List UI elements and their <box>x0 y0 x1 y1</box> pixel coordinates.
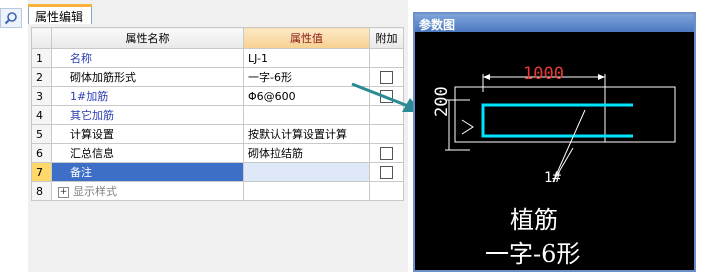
name-header[interactable]: 属性名称 <box>51 27 244 49</box>
property-name: 其它加筋 <box>51 105 244 125</box>
property-name: 1#加筋 <box>51 86 244 106</box>
property-grid: 属性名称 属性值 附加 1 名称 LJ-1 2 砌体加筋形式 一字-6形 3 1… <box>31 27 404 201</box>
bar-mark-label: 1# <box>544 170 561 186</box>
row-index: 8 <box>31 181 52 201</box>
property-name-text: 显示样式 <box>73 185 117 198</box>
property-value[interactable]: 按默认计算设置计算 <box>243 124 370 144</box>
table-row[interactable]: 6 汇总信息 砌体拉结筋 <box>31 143 404 163</box>
row-index: 5 <box>31 124 52 144</box>
table-row[interactable]: 2 砌体加筋形式 一字-6形 <box>31 67 404 87</box>
property-editor-panel: 属性编辑 属性名称 属性值 附加 1 名称 LJ-1 2 砌体加筋形式 一字-6… <box>28 0 408 272</box>
property-name: 汇总信息 <box>51 143 244 163</box>
table-row[interactable]: 1 名称 LJ-1 <box>31 48 404 68</box>
row-index: 3 <box>31 86 52 106</box>
row-index: 6 <box>31 143 52 163</box>
height-dimension: 200 <box>432 86 452 117</box>
row-index: 7 <box>31 162 52 182</box>
property-name: 名称 <box>51 48 244 68</box>
caption-line1: 植筋 <box>510 206 558 234</box>
extra-cell <box>369 48 404 68</box>
search-button[interactable] <box>0 8 22 28</box>
row-index: 4 <box>31 105 52 125</box>
extra-checkbox[interactable] <box>380 165 393 179</box>
property-name: + 显示样式 <box>51 181 244 201</box>
length-dimension: 1000 <box>523 64 564 84</box>
property-value[interactable] <box>243 162 370 182</box>
expand-icon[interactable]: + <box>58 186 69 198</box>
extra-cell <box>369 143 404 163</box>
tab-property-edit[interactable]: 属性编辑 <box>28 4 92 24</box>
extra-cell <box>369 162 404 182</box>
header-row: 属性名称 属性值 附加 <box>31 27 404 49</box>
property-value[interactable]: LJ-1 <box>243 48 370 68</box>
reference-diagram-window: 参数图 1000 200 1# 植筋 一字-6形 <box>413 12 696 272</box>
value-header[interactable]: 属性值 <box>243 27 370 49</box>
extra-checkbox[interactable] <box>380 146 393 160</box>
property-value[interactable] <box>243 181 370 201</box>
extra-cell <box>369 181 404 201</box>
property-name: 砌体加筋形式 <box>51 67 244 87</box>
row-index: 1 <box>31 48 52 68</box>
table-row[interactable]: 5 计算设置 按默认计算设置计算 <box>31 124 404 144</box>
property-name: 计算设置 <box>51 124 244 144</box>
search-icon <box>4 12 17 25</box>
property-name: 备注 <box>51 162 244 182</box>
reference-title: 参数图 <box>415 14 694 32</box>
table-row-selected[interactable]: 7 备注 <box>31 162 404 182</box>
extra-cell <box>369 124 404 144</box>
caption-line2: 一字-6形 <box>485 240 581 268</box>
extra-header[interactable]: 附加 <box>369 27 404 49</box>
table-row[interactable]: 8 + 显示样式 <box>31 181 404 201</box>
property-value[interactable]: 砌体拉结筋 <box>243 143 370 163</box>
index-header <box>31 27 52 49</box>
row-index: 2 <box>31 67 52 87</box>
table-row[interactable]: 4 其它加筋 <box>31 105 404 125</box>
table-row[interactable]: 3 1#加筋 Φ6@600 <box>31 86 404 106</box>
